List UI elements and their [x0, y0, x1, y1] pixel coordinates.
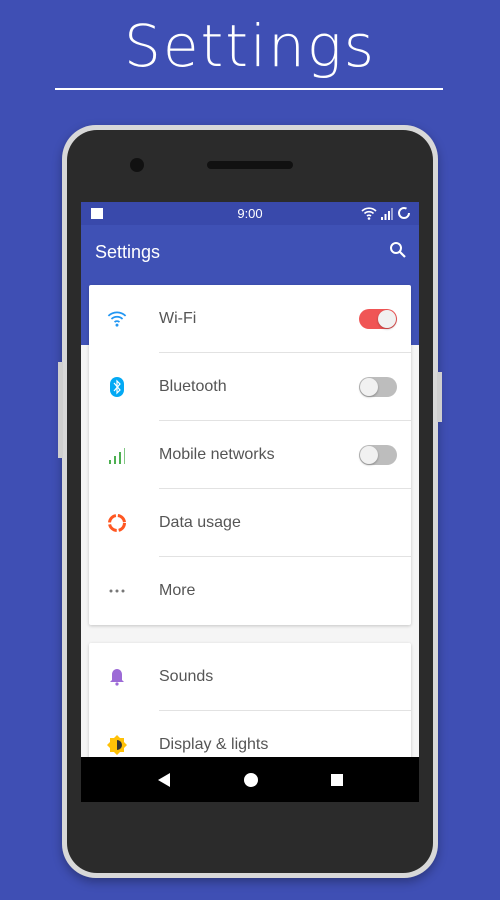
data-usage-icon: [108, 514, 126, 532]
headline-underline: [55, 88, 443, 90]
setting-wifi[interactable]: Wi-Fi: [89, 285, 411, 353]
battery-ring-icon: [398, 207, 410, 219]
bell-icon: [110, 669, 124, 686]
setting-data-usage[interactable]: Data usage: [89, 489, 411, 557]
headline: Settings: [124, 12, 376, 80]
recents-icon[interactable]: [330, 773, 344, 787]
navigation-bar: [81, 757, 419, 802]
home-icon[interactable]: [243, 772, 259, 788]
image-icon: [91, 208, 103, 219]
setting-bluetooth[interactable]: Bluetooth: [89, 353, 411, 421]
wifi-icon: [107, 311, 127, 327]
status-time: 9:00: [237, 206, 263, 221]
brightness-icon: [107, 735, 127, 755]
phone-screen: 9:00 Settings Wi-Fi Bluetooth Mobile net…: [81, 202, 419, 802]
wifi-icon: [361, 206, 377, 220]
setting-sounds[interactable]: Sounds: [89, 643, 411, 711]
signal-icon: [109, 448, 125, 464]
back-icon[interactable]: [156, 772, 172, 788]
phone-speaker: [207, 161, 293, 169]
bluetooth-toggle[interactable]: [359, 377, 397, 397]
phone-camera: [130, 158, 144, 172]
wifi-toggle[interactable]: [359, 309, 397, 329]
toolbar-title: Settings: [95, 242, 161, 262]
setting-label: Sounds: [159, 668, 214, 685]
signal-icon: [381, 207, 393, 220]
phone-power-button: [437, 372, 442, 422]
search-icon: [390, 242, 406, 258]
setting-label: Mobile networks: [159, 446, 275, 463]
setting-mobile-networks[interactable]: Mobile networks: [89, 421, 411, 489]
bluetooth-icon: [110, 377, 124, 397]
setting-label: Display & lights: [159, 736, 269, 753]
phone-side-button: [58, 362, 63, 458]
setting-label: More: [159, 582, 196, 599]
more-icon: [109, 589, 125, 593]
setting-label: Bluetooth: [159, 378, 227, 395]
mobile-networks-toggle[interactable]: [359, 445, 397, 465]
search-button[interactable]: [389, 241, 407, 264]
setting-label: Data usage: [159, 514, 241, 531]
status-bar: 9:00: [81, 202, 419, 225]
settings-card-connectivity: Wi-Fi Bluetooth Mobile networks Data usa…: [89, 285, 411, 625]
setting-label: Wi-Fi: [159, 310, 197, 327]
setting-more[interactable]: More: [89, 557, 411, 625]
